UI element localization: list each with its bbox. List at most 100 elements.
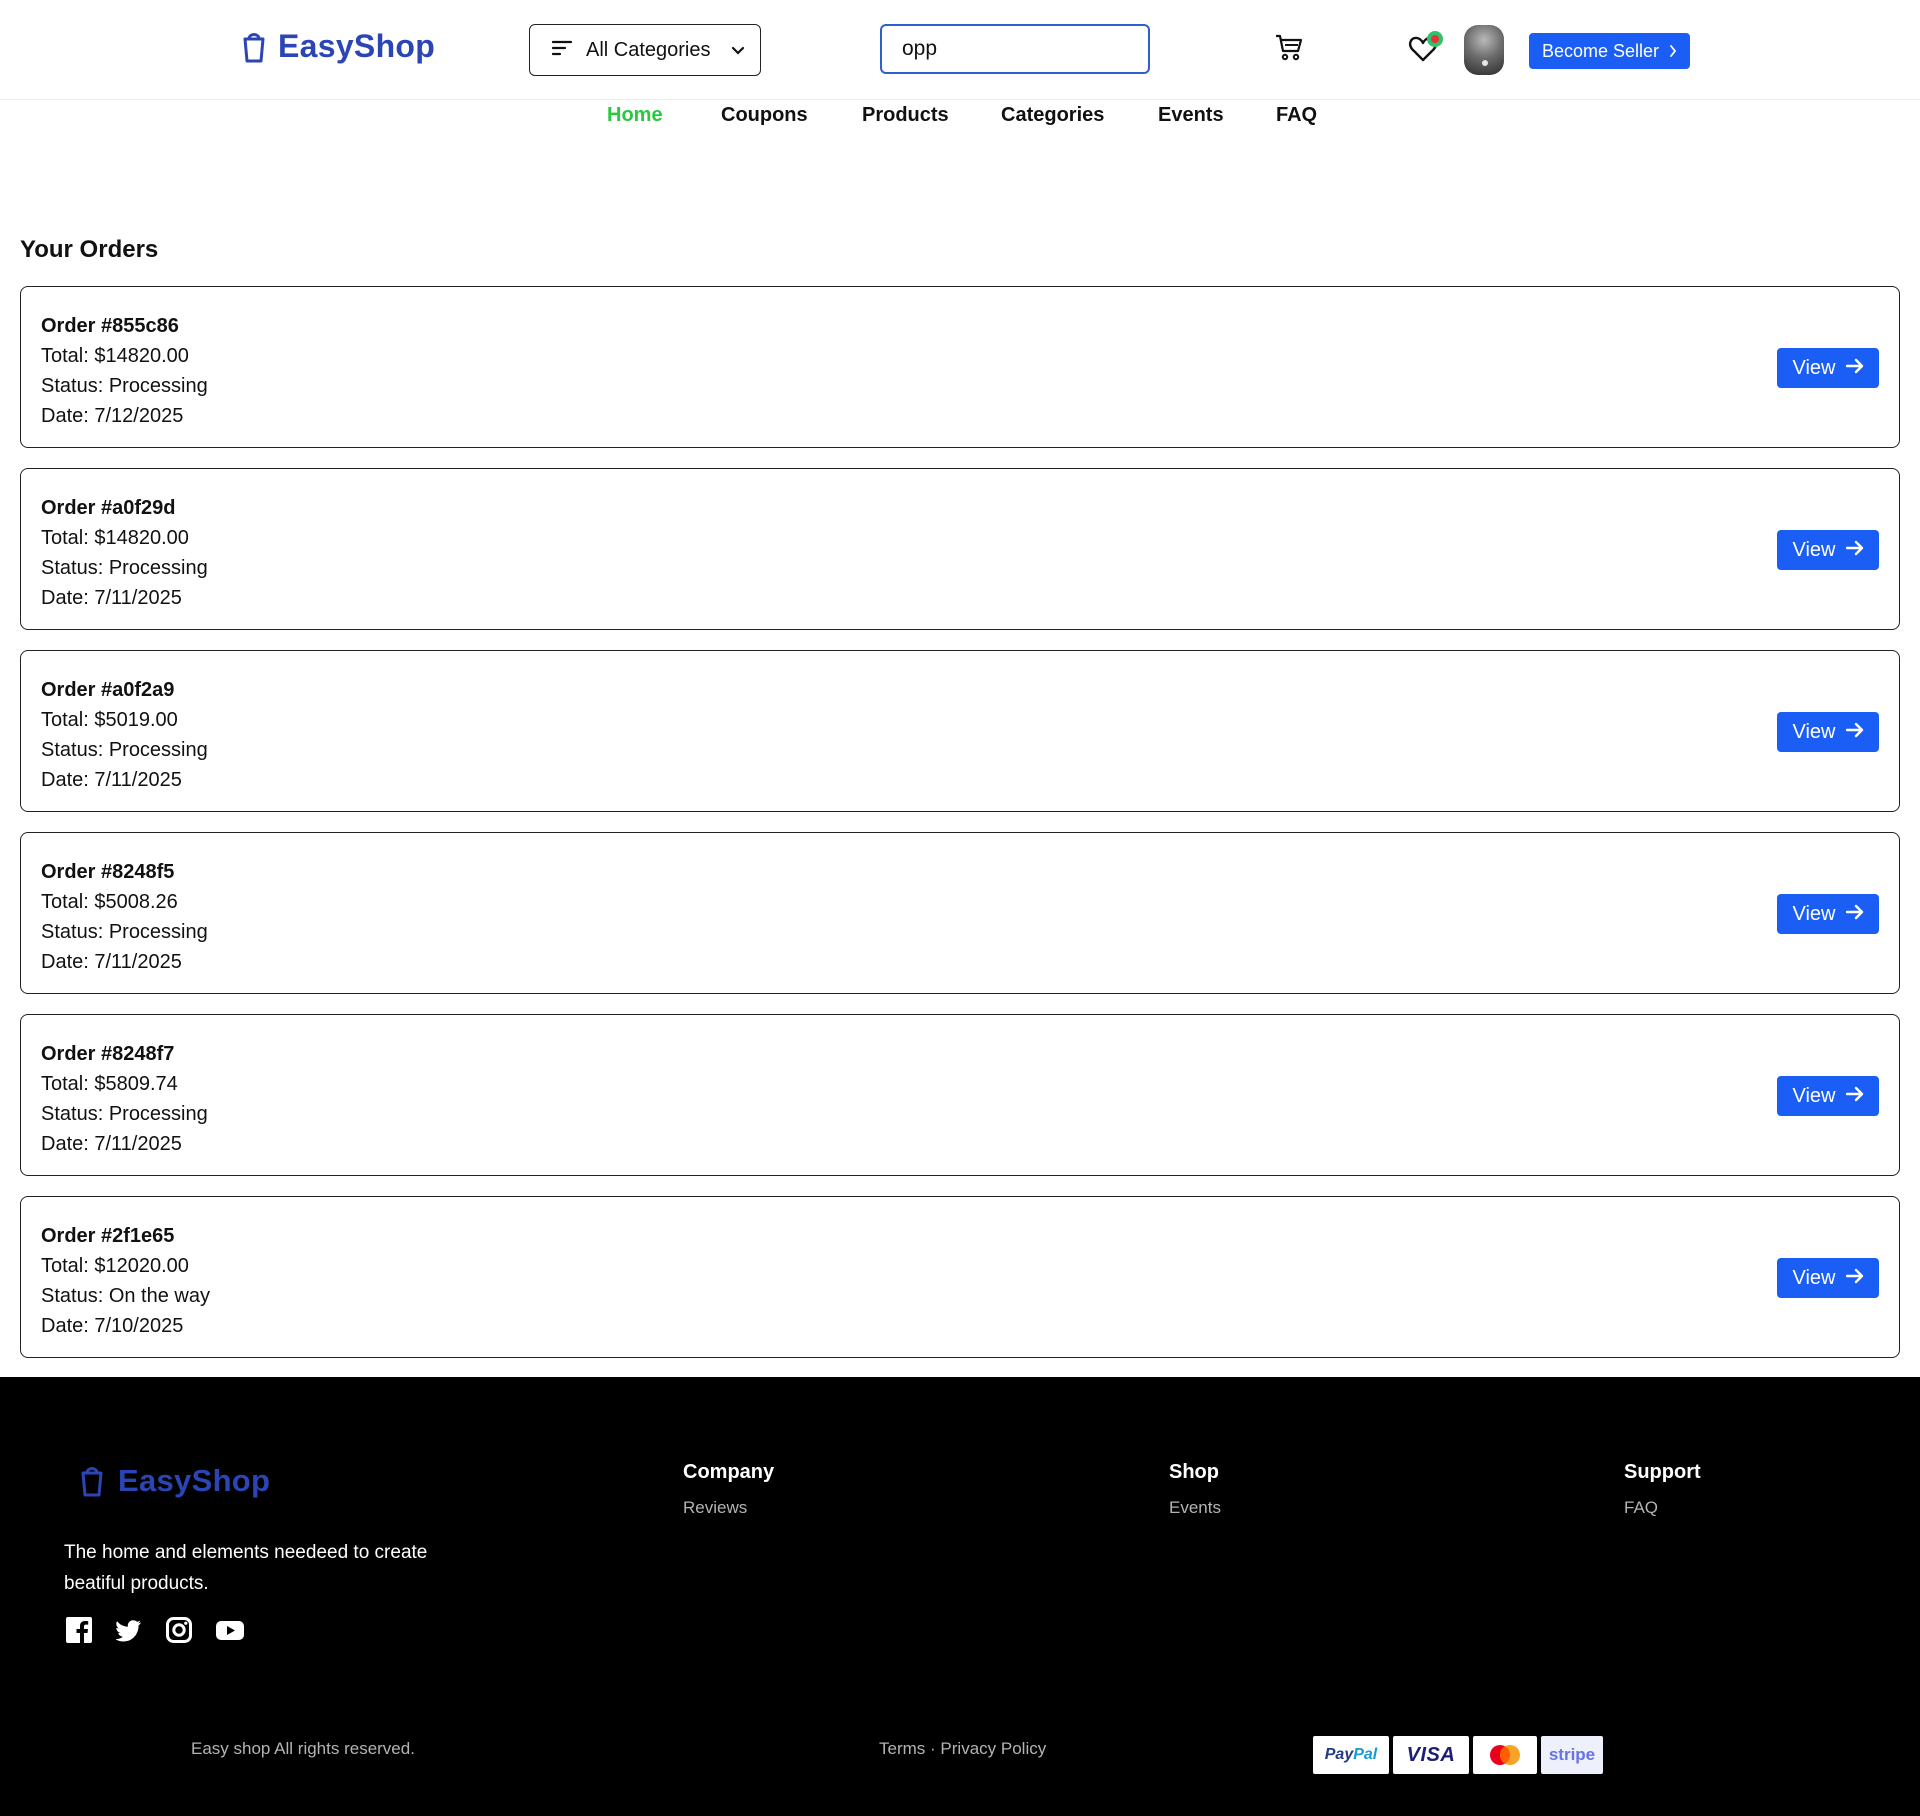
arrow-right-icon — [1845, 903, 1864, 926]
arrow-right-icon — [1845, 1085, 1864, 1108]
arrow-right-icon — [1845, 539, 1864, 562]
shopping-bag-icon — [78, 1464, 106, 1498]
paypal-text-1: Pay — [1324, 1746, 1354, 1763]
categories-label: All Categories — [586, 38, 711, 61]
order-card: Order #2f1e65 Total: $12020.00 Status: O… — [20, 1196, 1900, 1358]
legal-separator: · — [930, 1739, 936, 1758]
visa-text: VISA — [1406, 1743, 1456, 1766]
page-title: Your Orders — [20, 236, 159, 263]
view-order-button[interactable]: View — [1777, 1258, 1879, 1298]
mastercard-icon — [1473, 1736, 1537, 1774]
nav-events[interactable]: Events — [1158, 104, 1224, 127]
view-order-button[interactable]: View — [1777, 712, 1879, 752]
footer-col-company-title: Company — [683, 1461, 775, 1483]
become-seller-button[interactable]: Become Seller — [1529, 33, 1690, 69]
view-label: View — [1792, 902, 1836, 925]
order-date: Date: 7/10/2025 — [41, 1315, 184, 1337]
view-label: View — [1792, 1266, 1836, 1289]
avatar[interactable] — [1464, 25, 1504, 75]
order-id: Order #a0f2a9 — [41, 679, 175, 701]
arrow-right-icon — [1845, 721, 1864, 744]
order-date: Date: 7/11/2025 — [41, 587, 182, 609]
stripe-badge: stripe — [1541, 1736, 1603, 1774]
search-input[interactable] — [880, 24, 1150, 74]
view-label: View — [1792, 720, 1836, 743]
footer-link-events[interactable]: Events — [1169, 1498, 1221, 1518]
brand-name: EasyShop — [278, 28, 436, 64]
wishlist-badge — [1427, 31, 1443, 47]
view-label: View — [1792, 538, 1836, 561]
footer-col-shop-title: Shop — [1169, 1461, 1219, 1483]
view-order-button[interactable]: View — [1777, 530, 1879, 570]
view-order-button[interactable]: View — [1777, 894, 1879, 934]
view-order-button[interactable]: View — [1777, 1076, 1879, 1116]
view-label: View — [1792, 1084, 1836, 1107]
instagram-icon[interactable] — [166, 1617, 192, 1643]
become-seller-label: Become Seller — [1541, 40, 1660, 61]
footer-tagline: The home and elements needeed to create … — [64, 1542, 428, 1594]
order-id: Order #8248f7 — [41, 1043, 175, 1065]
order-id: Order #855c86 — [41, 315, 179, 337]
footer-col-support-title: Support — [1624, 1461, 1701, 1483]
nav-home[interactable]: Home — [607, 104, 663, 127]
facebook-icon[interactable] — [66, 1617, 92, 1643]
brand-logo[interactable]: EasyShop — [240, 28, 435, 65]
nav-categories[interactable]: Categories — [1001, 104, 1104, 127]
arrow-right-icon — [1845, 357, 1864, 380]
nav-coupons[interactable]: Coupons — [721, 104, 808, 127]
order-status: Status: Processing — [41, 1103, 208, 1125]
order-id: Order #8248f5 — [41, 861, 175, 883]
cart-icon[interactable] — [1274, 32, 1304, 62]
order-card: Order #a0f2a9 Total: $5019.00 Status: Pr… — [20, 650, 1900, 812]
order-card: Order #8248f7 Total: $5809.74 Status: Pr… — [20, 1014, 1900, 1176]
chevron-right-icon — [1669, 41, 1677, 62]
order-date: Date: 7/11/2025 — [41, 769, 182, 791]
order-status: Status: Processing — [41, 557, 208, 579]
nav-products[interactable]: Products — [862, 104, 949, 127]
order-status: Status: Processing — [41, 921, 208, 943]
stripe-text: stripe — [1548, 1745, 1596, 1764]
nav-faq[interactable]: FAQ — [1276, 104, 1317, 127]
privacy-policy-link[interactable]: Privacy Policy — [940, 1739, 1046, 1758]
menu-lines-icon — [551, 39, 573, 62]
copyright-text: Easy shop All rights reserved. — [191, 1739, 415, 1758]
order-total: Total: $5008.26 — [41, 891, 178, 913]
main-nav: Home Coupons Products Categories Events … — [0, 104, 1920, 130]
order-total: Total: $5019.00 — [41, 709, 178, 731]
legal-links: Terms · Privacy Policy — [879, 1739, 1046, 1759]
shopping-bag-icon — [240, 30, 268, 64]
view-order-button[interactable]: View — [1777, 348, 1879, 388]
order-date: Date: 7/11/2025 — [41, 951, 182, 973]
order-status: Status: Processing — [41, 375, 208, 397]
youtube-icon[interactable] — [216, 1617, 244, 1643]
paypal-text-2: Pal — [1353, 1746, 1378, 1763]
visa-badge: VISA — [1393, 1736, 1469, 1774]
view-label: View — [1792, 356, 1836, 379]
footer-link-reviews[interactable]: Reviews — [683, 1498, 747, 1518]
order-card: Order #a0f29d Total: $14820.00 Status: P… — [20, 468, 1900, 630]
site-footer: EasyShop The home and elements needeed t… — [0, 1377, 1920, 1816]
order-status: Status: On the way — [41, 1285, 210, 1307]
order-total: Total: $12020.00 — [41, 1255, 189, 1277]
arrow-right-icon — [1845, 1267, 1864, 1290]
footer-link-faq[interactable]: FAQ — [1624, 1498, 1658, 1518]
chevron-down-icon — [731, 39, 745, 62]
site-header: EasyShop All Categories Become Seller — [0, 0, 1920, 100]
twitter-icon[interactable] — [115, 1617, 142, 1643]
footer-brand-name: EasyShop — [118, 1463, 271, 1498]
order-total: Total: $5809.74 — [41, 1073, 178, 1095]
order-status: Status: Processing — [41, 739, 208, 761]
order-card: Order #8248f5 Total: $5008.26 Status: Pr… — [20, 832, 1900, 994]
order-total: Total: $14820.00 — [41, 345, 189, 367]
order-card: Order #855c86 Total: $14820.00 Status: P… — [20, 286, 1900, 448]
orders-list: Order #855c86 Total: $14820.00 Status: P… — [20, 286, 1900, 1378]
paypal-badge: Pay Pal — [1313, 1736, 1389, 1774]
all-categories-dropdown[interactable]: All Categories — [529, 24, 761, 76]
order-id: Order #a0f29d — [41, 497, 176, 519]
order-id: Order #2f1e65 — [41, 1225, 175, 1247]
order-date: Date: 7/11/2025 — [41, 1133, 182, 1155]
footer-brand-logo[interactable]: EasyShop — [78, 1463, 270, 1499]
order-date: Date: 7/12/2025 — [41, 405, 184, 427]
terms-link[interactable]: Terms — [879, 1739, 925, 1758]
social-links — [66, 1617, 244, 1643]
